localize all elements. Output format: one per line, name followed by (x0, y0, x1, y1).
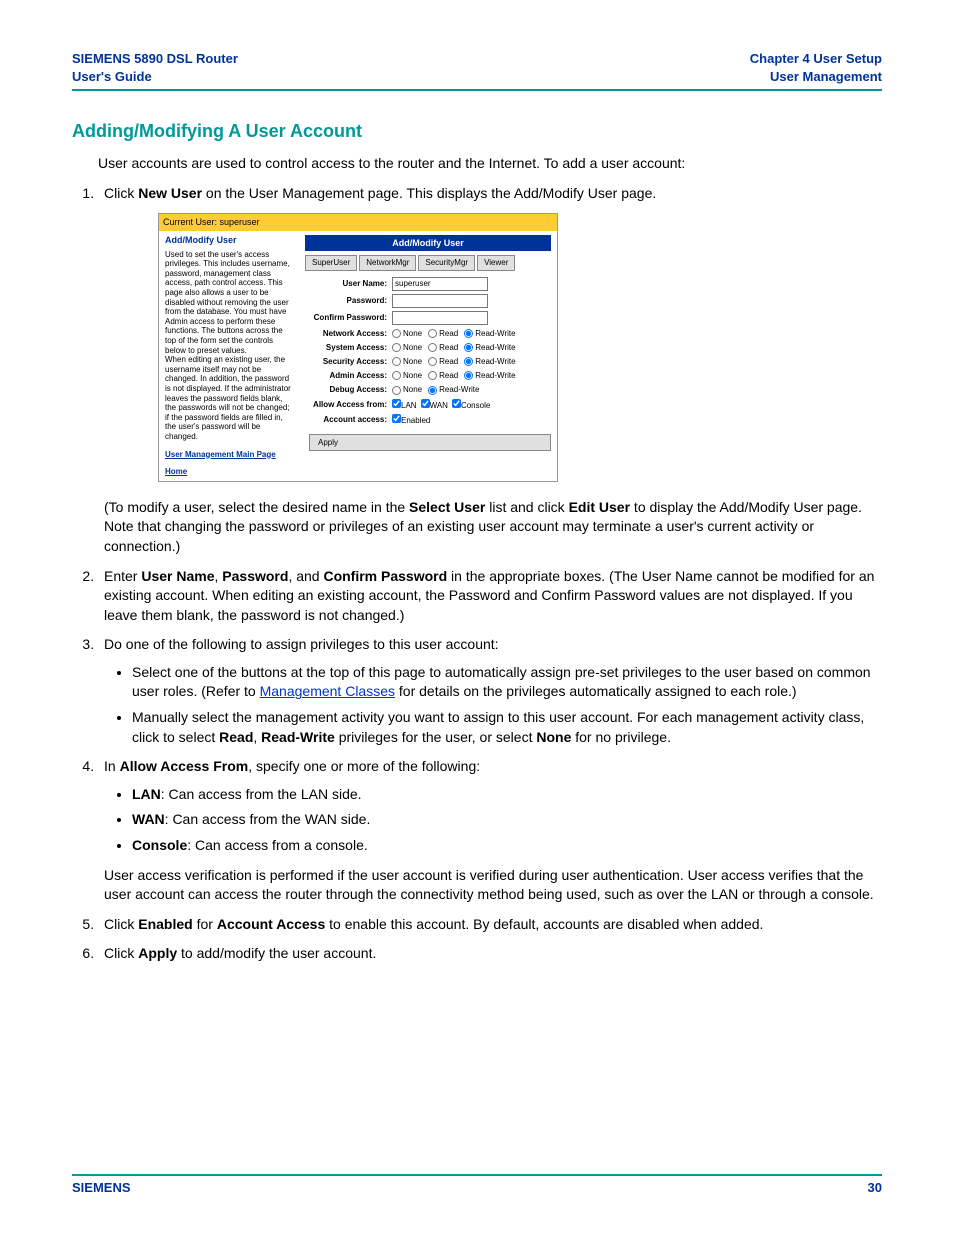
security-read-radio[interactable] (428, 357, 437, 366)
preset-superuser-button[interactable]: SuperUser (305, 255, 357, 270)
steps-list: Click New User on the User Management pa… (98, 184, 882, 964)
step3-bullet-1: Select one of the buttons at the top of … (132, 663, 882, 702)
management-classes-link[interactable]: Management Classes (260, 683, 395, 699)
step-4: In Allow Access From, specify one or mor… (98, 757, 882, 905)
step-3: Do one of the following to assign privil… (98, 635, 882, 747)
security-access-label: Security Access: (305, 356, 392, 367)
intro-text: User accounts are used to control access… (98, 154, 882, 174)
header-product: SIEMENS 5890 DSL Router (72, 51, 238, 66)
step4-console: Console: Can access from a console. (132, 836, 882, 856)
confirm-password-input[interactable] (392, 311, 488, 325)
step4-wan: WAN: Can access from the WAN side. (132, 810, 882, 830)
current-user-bar: Current User: superuser (159, 214, 557, 231)
confirm-password-label: Confirm Password: (305, 312, 392, 323)
form-title-bar: Add/Modify User (305, 235, 551, 252)
security-rw-radio[interactable] (464, 357, 473, 366)
allow-console-checkbox[interactable] (452, 399, 461, 408)
apply-button[interactable]: Apply (309, 434, 551, 451)
footer-page-number: 30 (868, 1180, 882, 1195)
debug-rw-radio[interactable] (428, 386, 437, 395)
post-screenshot-note: (To modify a user, select the desired na… (104, 498, 882, 557)
footer-brand: SIEMENS (72, 1180, 131, 1195)
username-input[interactable] (392, 277, 488, 291)
header-guide: User's Guide (72, 69, 152, 84)
network-none-radio[interactable] (392, 329, 401, 338)
step-6: Click Apply to add/modify the user accou… (98, 944, 882, 964)
header-chapter: Chapter 4 User Setup (750, 51, 882, 66)
enabled-checkbox[interactable] (392, 414, 401, 423)
page-header: SIEMENS 5890 DSL Router User's Guide Cha… (72, 50, 882, 91)
step4-note: User access verification is performed if… (104, 866, 882, 905)
sidebar-description: Used to set the user's access privileges… (165, 250, 293, 442)
section-title: Adding/Modifying A User Account (72, 121, 882, 142)
sidebar-title: Add/Modify User (165, 235, 293, 246)
system-read-radio[interactable] (428, 343, 437, 352)
step-5: Click Enabled for Account Access to enab… (98, 915, 882, 935)
preset-viewer-button[interactable]: Viewer (477, 255, 515, 270)
allow-access-label: Allow Access from: (305, 399, 392, 410)
header-section: User Management (770, 69, 882, 84)
admin-access-label: Admin Access: (305, 370, 392, 381)
account-access-label: Account access: (305, 414, 392, 425)
embedded-screenshot: Current User: superuser Add/Modify User … (158, 213, 558, 481)
screenshot-sidebar: Add/Modify User Used to set the user's a… (159, 231, 299, 481)
allow-wan-checkbox[interactable] (421, 399, 430, 408)
password-input[interactable] (392, 294, 488, 308)
preset-securitymgr-button[interactable]: SecurityMgr (418, 255, 475, 270)
network-access-label: Network Access: (305, 328, 392, 339)
allow-lan-checkbox[interactable] (392, 399, 401, 408)
admin-none-radio[interactable] (392, 371, 401, 380)
password-label: Password: (305, 295, 392, 306)
system-rw-radio[interactable] (464, 343, 473, 352)
step4-lan: LAN: Can access from the LAN side. (132, 785, 882, 805)
sidebar-link-main[interactable]: User Management Main Page (165, 450, 293, 460)
step3-bullet-2: Manually select the management activity … (132, 708, 882, 747)
username-label: User Name: (305, 278, 392, 289)
network-rw-radio[interactable] (464, 329, 473, 338)
admin-rw-radio[interactable] (464, 371, 473, 380)
network-read-radio[interactable] (428, 329, 437, 338)
security-none-radio[interactable] (392, 357, 401, 366)
system-none-radio[interactable] (392, 343, 401, 352)
system-access-label: System Access: (305, 342, 392, 353)
admin-read-radio[interactable] (428, 371, 437, 380)
debug-none-radio[interactable] (392, 386, 401, 395)
step-2: Enter User Name, Password, and Confirm P… (98, 567, 882, 626)
page-footer: SIEMENS 30 (72, 1174, 882, 1195)
screenshot-main: Add/Modify User SuperUser NetworkMgr Sec… (299, 231, 557, 481)
sidebar-link-home[interactable]: Home (165, 467, 293, 477)
step-1: Click New User on the User Management pa… (98, 184, 882, 557)
preset-networkmgr-button[interactable]: NetworkMgr (359, 255, 416, 270)
debug-access-label: Debug Access: (305, 384, 392, 395)
